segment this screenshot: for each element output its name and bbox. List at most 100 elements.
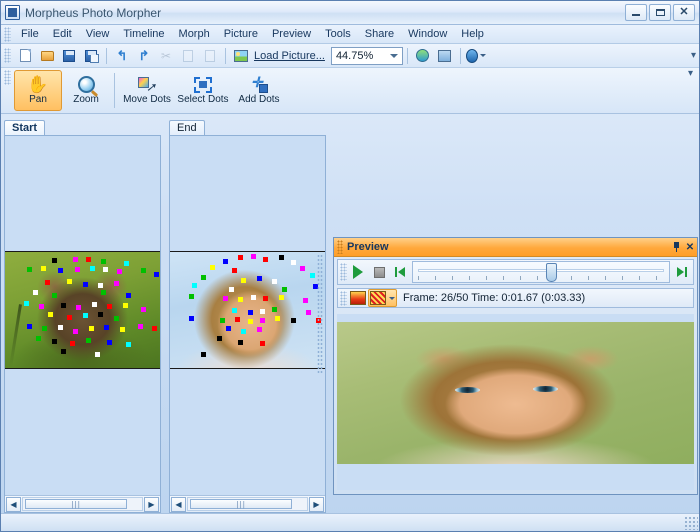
export-image-icon[interactable]	[435, 46, 455, 66]
morph-dot[interactable]	[122, 303, 128, 309]
morph-dot[interactable]	[250, 294, 256, 300]
copy-icon[interactable]	[178, 46, 198, 66]
morph-dot[interactable]	[259, 341, 265, 347]
morph-dot[interactable]	[278, 294, 284, 300]
menu-item-view[interactable]: View	[79, 26, 117, 42]
playback-grip-icon[interactable]	[340, 263, 347, 281]
undo-icon[interactable]: ↰	[112, 46, 132, 66]
load-picture-icon[interactable]	[231, 46, 251, 66]
start-pane-body[interactable]: ◀ ||| ▶	[4, 135, 161, 513]
tools-grip-icon[interactable]	[4, 70, 11, 85]
morph-dot[interactable]	[48, 312, 54, 318]
morph-dot[interactable]	[222, 258, 228, 264]
preview-grip-icon[interactable]	[337, 240, 343, 254]
tab-end[interactable]: End	[169, 120, 205, 135]
morph-dot[interactable]	[101, 258, 107, 264]
morph-dot[interactable]	[259, 318, 265, 324]
morph-dot[interactable]	[26, 267, 32, 273]
morph-dot[interactable]	[82, 282, 88, 288]
morph-dot[interactable]	[57, 325, 63, 331]
morph-dot[interactable]	[116, 269, 122, 275]
menu-item-tools[interactable]: Tools	[318, 26, 358, 42]
morph-dot[interactable]	[235, 316, 241, 322]
scroll-right-icon[interactable]: ▶	[144, 496, 159, 512]
morph-dot[interactable]	[85, 337, 91, 343]
morph-dot[interactable]	[60, 349, 66, 355]
menu-item-edit[interactable]: Edit	[46, 26, 79, 42]
morph-dot[interactable]	[219, 318, 225, 324]
morph-dot[interactable]	[36, 335, 41, 341]
help-icon[interactable]	[465, 46, 486, 66]
morph-dot[interactable]	[238, 297, 244, 303]
morph-dot[interactable]	[125, 292, 131, 298]
morph-dot[interactable]	[290, 260, 296, 266]
morph-dot[interactable]	[113, 281, 119, 286]
preview-pin-button[interactable]	[669, 240, 683, 254]
morph-dot[interactable]	[309, 272, 315, 278]
morph-dot[interactable]	[272, 278, 278, 284]
scroll-left-icon[interactable]: ◀	[171, 496, 186, 512]
frame-slider-thumb[interactable]	[546, 263, 558, 282]
toolbar-grip-icon[interactable]	[4, 48, 11, 63]
start-hscrollbar[interactable]: ◀ ||| ▶	[5, 495, 160, 512]
redo-icon[interactable]: ↱	[134, 46, 154, 66]
close-button[interactable]: ✕	[673, 4, 695, 21]
menu-item-morph[interactable]: Morph	[172, 26, 217, 42]
morph-dot[interactable]	[39, 304, 45, 310]
morph-dot[interactable]	[51, 339, 57, 344]
scroll-right-icon[interactable]: ▶	[309, 496, 324, 512]
end-pane-grip-icon[interactable]	[317, 254, 323, 374]
morph-dot[interactable]	[88, 326, 94, 332]
morph-dot[interactable]	[272, 306, 278, 312]
tool-button-zoom[interactable]: Zoom	[62, 70, 110, 111]
morph-dot[interactable]	[141, 306, 147, 312]
menu-item-picture[interactable]: Picture	[217, 26, 265, 42]
morph-dot[interactable]	[98, 283, 103, 289]
toolbar-overflow-button[interactable]: ▾	[691, 50, 696, 60]
open-icon[interactable]	[37, 46, 57, 66]
morph-dot[interactable]	[67, 314, 72, 320]
morph-dot[interactable]	[124, 261, 130, 267]
morph-dot[interactable]	[125, 342, 131, 348]
morph-dot[interactable]	[67, 278, 72, 284]
morph-dot[interactable]	[247, 319, 253, 325]
morph-dot[interactable]	[275, 315, 281, 321]
morph-dot[interactable]	[263, 256, 268, 262]
morph-dot[interactable]	[188, 293, 194, 299]
save-icon[interactable]	[59, 46, 79, 66]
menu-item-help[interactable]: Help	[454, 26, 491, 42]
morph-dot[interactable]	[102, 267, 108, 273]
morph-dot[interactable]	[45, 279, 51, 285]
morph-dot[interactable]	[256, 327, 262, 333]
morph-dot[interactable]	[74, 267, 80, 273]
menu-item-window[interactable]: Window	[401, 26, 454, 42]
morph-dot[interactable]	[250, 254, 256, 260]
tab-start[interactable]: Start	[4, 120, 46, 135]
morph-dot[interactable]	[247, 310, 253, 315]
morph-dot[interactable]	[241, 277, 247, 283]
morph-dot[interactable]	[90, 265, 96, 271]
morph-dot[interactable]	[210, 264, 216, 270]
tools-overflow-button[interactable]: ▾	[688, 69, 693, 111]
maximize-button[interactable]	[649, 4, 671, 21]
morph-dot[interactable]	[152, 326, 158, 332]
morph-dot[interactable]	[222, 296, 228, 302]
resize-grip-icon[interactable]	[684, 516, 698, 530]
morph-dot[interactable]	[70, 341, 76, 347]
morph-dot[interactable]	[228, 286, 234, 292]
morph-dot[interactable]	[278, 255, 284, 261]
morph-dot[interactable]	[40, 265, 46, 271]
morph-dot[interactable]	[104, 325, 110, 331]
frame-slider[interactable]	[412, 261, 670, 283]
morph-dot[interactable]	[51, 257, 57, 263]
new-icon[interactable]	[15, 46, 35, 66]
end-hscrollbar[interactable]: ◀ ||| ▶	[170, 495, 325, 512]
morph-dot[interactable]	[188, 315, 194, 321]
morph-dot[interactable]	[85, 256, 91, 262]
morph-dot[interactable]	[98, 312, 103, 318]
menu-item-preview[interactable]: Preview	[265, 26, 318, 42]
menu-grip-icon[interactable]	[4, 26, 11, 42]
zoom-level-combo[interactable]: 44.75%	[330, 46, 403, 65]
share-web-icon[interactable]	[413, 46, 433, 66]
morph-dot[interactable]	[300, 265, 306, 271]
